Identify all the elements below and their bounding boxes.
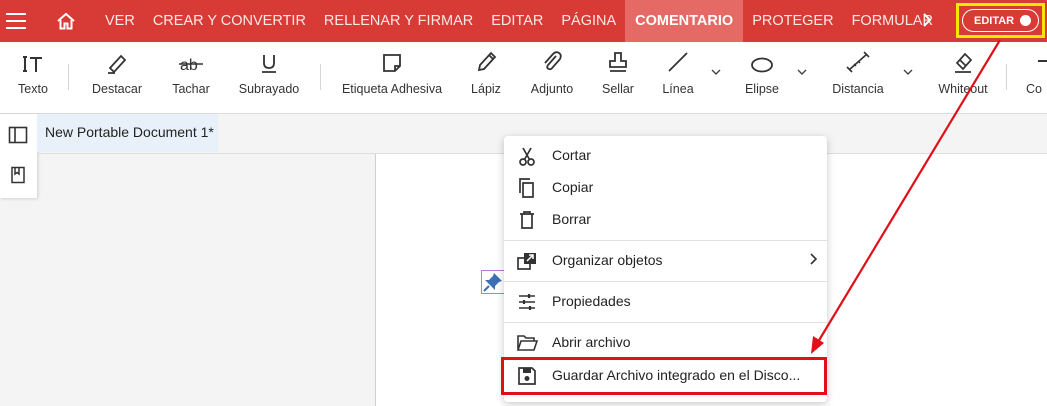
bookmark-icon[interactable]: [10, 166, 26, 184]
tool-distancia[interactable]: Distancia: [828, 42, 888, 114]
tool-tachar[interactable]: ab Tachar: [166, 42, 216, 114]
properties-sliders-icon: [519, 294, 535, 310]
tool-partial[interactable]: Co: [1026, 42, 1047, 114]
tool-lapiz[interactable]: Lápiz: [466, 42, 506, 114]
tool-label: Etiqueta Adhesiva: [341, 82, 443, 96]
tool-label: Destacar: [91, 82, 143, 96]
nav-tab-rellenar-y-firmar[interactable]: RELLENAR Y FIRMAR: [315, 0, 482, 42]
partial-tool-icon: [1038, 60, 1047, 62]
tool-etiqueta-adhesiva[interactable]: Etiqueta Adhesiva: [337, 42, 447, 114]
edit-toggle-label: EDITAR: [974, 14, 1015, 27]
folder-open-icon: [516, 335, 538, 351]
menu-item-copiar[interactable]: Copiar: [504, 171, 827, 203]
nav-tab-pagina[interactable]: PÁGINA: [552, 0, 625, 42]
left-side-panel: [0, 114, 37, 198]
nav-tab-ver[interactable]: VER: [96, 0, 144, 42]
tool-label: Elipse: [744, 82, 780, 96]
menu-item-label: Cortar: [552, 147, 591, 163]
text-tool-icon: [23, 56, 42, 72]
comment-toolbar: Texto Destacar ab Tachar Subrayado Etiqu…: [0, 42, 1047, 114]
tool-linea[interactable]: Línea: [660, 42, 696, 114]
edit-mode-toggle[interactable]: EDITAR: [962, 9, 1039, 32]
stamp-icon: [609, 52, 627, 72]
trash-icon: [520, 211, 534, 229]
menu-item-organizar-objetos[interactable]: Organizar objetos: [504, 244, 827, 276]
nav-tab-crear-y-convertir[interactable]: CREAR Y CONVERTIR: [144, 0, 315, 42]
linea-dropdown-chevron-icon[interactable]: [711, 68, 721, 76]
tool-sellar[interactable]: Sellar: [597, 42, 639, 114]
paperclip-icon: [544, 51, 562, 71]
menu-item-label: Copiar: [552, 179, 594, 195]
arrange-objects-icon: [517, 253, 536, 270]
tool-label: Subrayado: [238, 82, 300, 96]
menu-item-borrar[interactable]: Borrar: [504, 203, 827, 235]
sticky-note-icon: [383, 54, 401, 72]
underline-icon: [262, 55, 276, 73]
hamburger-menu-icon[interactable]: [6, 13, 26, 29]
highlighter-icon: [108, 54, 127, 74]
panel-toggle-icon[interactable]: [8, 126, 28, 144]
document-tab[interactable]: New Portable Document 1*: [37, 114, 218, 152]
toolbar-divider: [1006, 64, 1007, 90]
menu-item-cortar[interactable]: Cortar: [504, 139, 827, 171]
edit-toggle-highlight: EDITAR: [956, 3, 1045, 38]
eraser-icon: [955, 52, 973, 73]
tool-elipse[interactable]: Elipse: [742, 42, 782, 114]
tool-label: Lápiz: [471, 82, 501, 96]
tool-label: Co: [1026, 82, 1042, 96]
toolbar-divider: [320, 64, 321, 90]
distance-icon: [846, 51, 870, 73]
menu-item-propiedades[interactable]: Propiedades: [504, 285, 827, 317]
menu-divider: [504, 281, 827, 282]
tool-label: Adjunto: [530, 82, 574, 96]
strikethrough-icon: ab: [179, 57, 203, 74]
scissors-icon: [519, 147, 535, 166]
tool-label: Tachar: [172, 82, 210, 96]
copy-icon: [519, 178, 534, 198]
toggle-knob-icon: [1020, 15, 1032, 26]
tool-label: Sellar: [602, 82, 634, 96]
ellipse-icon: [751, 57, 773, 73]
pushpin-annotation[interactable]: [481, 270, 505, 294]
pushpin-icon: [483, 273, 502, 292]
svg-text:ab: ab: [180, 57, 198, 74]
annotation-highlight-box: [501, 357, 827, 395]
toolbar-divider: [68, 64, 69, 90]
nav-tab-comentario[interactable]: COMENTARIO: [625, 0, 744, 42]
menu-item-label: Organizar objetos: [552, 252, 663, 268]
chevron-right-icon[interactable]: [922, 12, 932, 28]
tool-label: Whiteout: [938, 82, 988, 96]
tool-whiteout[interactable]: Whiteout: [934, 42, 992, 114]
home-icon[interactable]: [56, 12, 76, 30]
tool-subrayado[interactable]: Subrayado: [236, 42, 302, 114]
nav-tab-proteger[interactable]: PROTEGER: [743, 0, 842, 42]
line-icon: [668, 52, 688, 72]
elipse-dropdown-chevron-icon[interactable]: [797, 68, 807, 76]
tool-texto[interactable]: Texto: [12, 42, 54, 114]
submenu-chevron-right-icon: [810, 253, 818, 265]
tool-label: Distancia: [832, 82, 884, 96]
menu-item-label: Propiedades: [552, 293, 631, 309]
menu-divider: [504, 322, 827, 323]
top-navigation-bar: VER CREAR Y CONVERTIR RELLENAR Y FIRMAR …: [0, 0, 1047, 42]
pencil-icon: [477, 51, 497, 72]
menu-item-label: Abrir archivo: [552, 334, 631, 350]
tool-destacar[interactable]: Destacar: [86, 42, 148, 114]
nav-tab-editar[interactable]: EDITAR: [482, 0, 552, 42]
tool-label: Texto: [18, 82, 48, 96]
distancia-dropdown-chevron-icon[interactable]: [903, 68, 913, 76]
tool-label: Línea: [662, 82, 694, 96]
menu-item-label: Borrar: [552, 211, 591, 227]
menu-item-abrir-archivo[interactable]: Abrir archivo: [504, 326, 827, 358]
menu-divider: [504, 240, 827, 241]
tool-adjunto[interactable]: Adjunto: [525, 42, 579, 114]
